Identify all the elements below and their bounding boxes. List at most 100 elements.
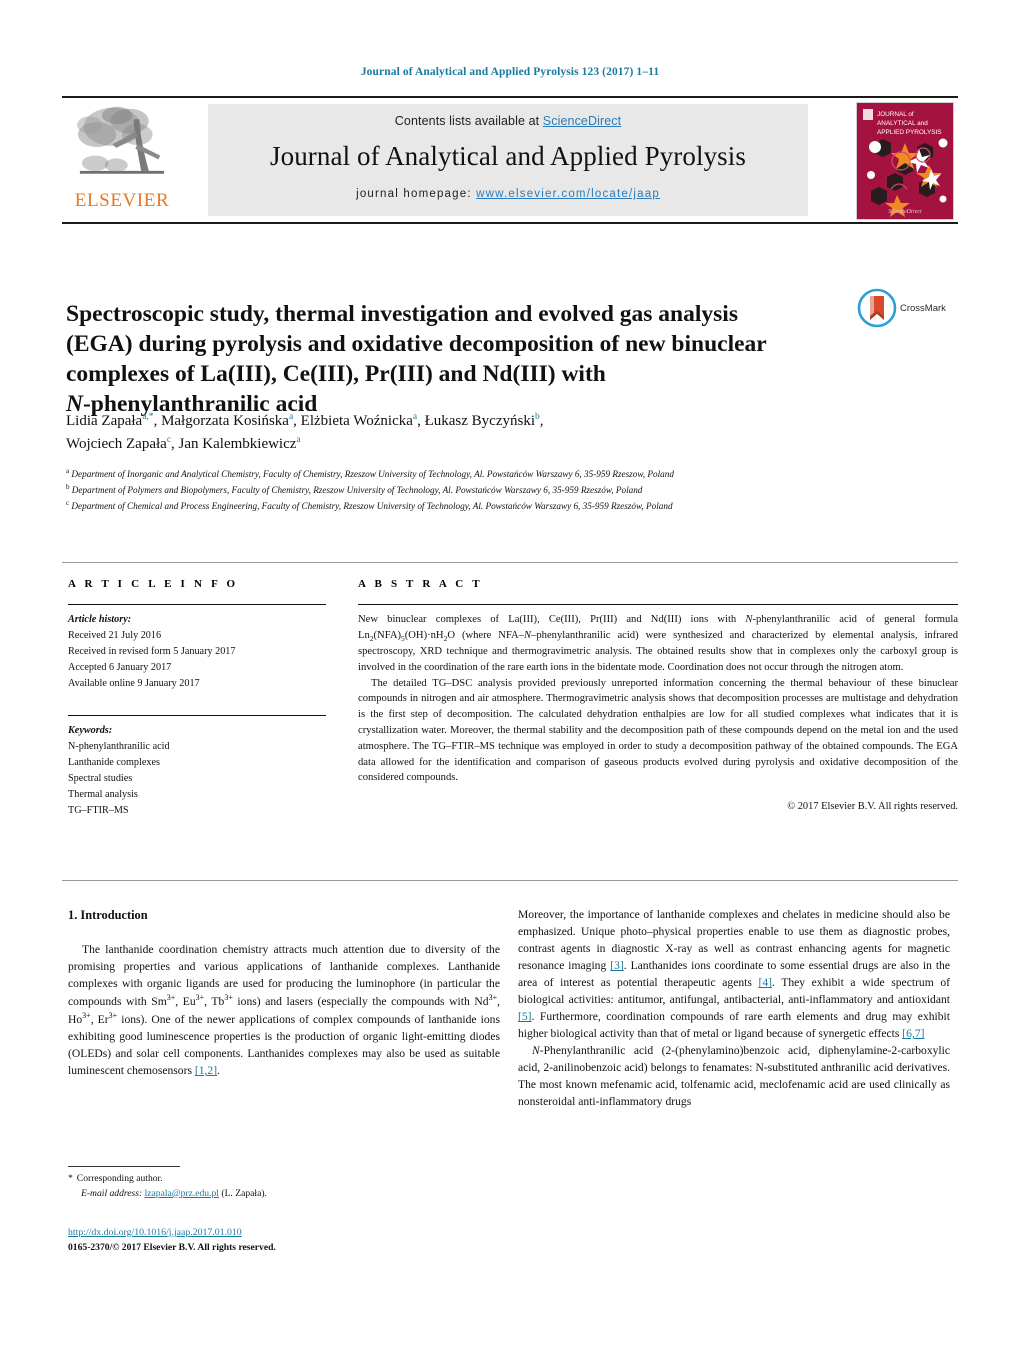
- corresponding-author-label: Corresponding author.: [76, 1173, 163, 1184]
- author-1-affil-marker: a,*: [142, 412, 154, 422]
- affiliation-c-text: Department of Chemical and Process Engin…: [71, 501, 673, 511]
- journal-homepage-line: journal homepage: www.elsevier.com/locat…: [208, 188, 808, 200]
- issn-copyright-line: 0165-2370/© 2017 Elsevier B.V. All right…: [68, 1241, 276, 1253]
- keyword-item: Lanthanide complexes: [68, 756, 160, 768]
- svg-text:ANALYTICAL and: ANALYTICAL and: [877, 120, 928, 127]
- citation-link-4[interactable]: [4]: [758, 976, 772, 989]
- journal-masthead: ELSEVIER Contents lists available at Sci…: [62, 96, 958, 224]
- journal-cover-thumbnail[interactable]: JOURNAL of ANALYTICAL and APPLIED PYROLY…: [856, 102, 954, 220]
- email-link[interactable]: lzapala@prz.edu.pl: [145, 1188, 219, 1199]
- corresponding-author-line: * Corresponding author.: [68, 1172, 498, 1187]
- history-item: Received in revised form 5 January 2017: [68, 646, 236, 658]
- intro-r-italic: N: [532, 1044, 540, 1058]
- keyword-item: TG–FTIR–MS: [68, 805, 129, 817]
- crossmark-icon: [857, 288, 897, 328]
- citation-link-5[interactable]: [5]: [518, 1010, 532, 1023]
- author-line1-tail: ,: [539, 413, 544, 429]
- article-history-label: Article history:: [68, 614, 132, 625]
- body-column-left: 1. Introduction The lanthanide coordinat…: [68, 906, 500, 1079]
- doi-link[interactable]: http://dx.doi.org/10.1016/j.jaap.2017.01…: [68, 1227, 242, 1238]
- intro-l-sup5: 3+: [82, 1011, 91, 1021]
- affiliation-a: a Department of Inorganic and Analytical…: [66, 466, 906, 482]
- abs-p1-s3: (NFA): [373, 629, 401, 641]
- author-2: , Małgorzata Kosińska: [153, 413, 289, 429]
- crossmark-badge[interactable]: CrossMark: [857, 285, 957, 331]
- abs-p1-s5: O (where NFA–: [447, 629, 524, 641]
- affiliation-c-marker: c: [66, 498, 70, 507]
- abstract-column: A B S T R A C T New binuclear complexes …: [358, 578, 958, 815]
- body-section-divider: [62, 880, 958, 881]
- affiliation-a-text: Department of Inorganic and Analytical C…: [71, 469, 674, 480]
- title-line-2: (EGA) during pyrolysis and oxidative dec…: [66, 330, 767, 357]
- svg-text:ScienceDirect: ScienceDirect: [888, 209, 922, 215]
- intro-l-sup4: 3+: [488, 993, 498, 1003]
- keywords-label: Keywords:: [68, 724, 113, 736]
- citation-link-6-7[interactable]: [6,7]: [902, 1027, 924, 1040]
- title-line-1: Spectroscopic study, thermal investigati…: [66, 300, 738, 327]
- journal-cover-art: JOURNAL of ANALYTICAL and APPLIED PYROLY…: [857, 103, 953, 219]
- intro-l-s8: .: [217, 1064, 220, 1078]
- elsevier-wordmark: ELSEVIER: [74, 190, 170, 211]
- abs-p1-s4: (OH)·nH: [404, 629, 444, 641]
- abstract-paragraph-2: The detailed TG–DSC analysis provided pr…: [358, 677, 958, 784]
- email-owner: (L. Zapała).: [221, 1187, 267, 1199]
- svg-text:JOURNAL of: JOURNAL of: [877, 111, 914, 118]
- email-label: E-mail address:: [81, 1187, 143, 1199]
- email-line: E-mail address: lzapala@prz.edu.pl (L. Z…: [68, 1187, 498, 1202]
- homepage-label: journal homepage:: [356, 188, 477, 200]
- history-item: Accepted 6 January 2017: [68, 662, 172, 674]
- history-item: Available online 9 January 2017: [68, 678, 200, 690]
- intro-l-sup2: 3+: [195, 993, 205, 1003]
- abstract-section-divider: [62, 562, 958, 563]
- citation-link-3[interactable]: [3]: [610, 959, 624, 972]
- author-5: Wojciech Zapała: [66, 435, 167, 452]
- svg-text:APPLIED PYROLYSIS: APPLIED PYROLYSIS: [877, 129, 942, 136]
- page-title: Spectroscopic study, thermal investigati…: [66, 299, 836, 419]
- author-6-affil-marker: a: [296, 434, 301, 445]
- title-line-3: complexes of La(III), Ce(III), Pr(III) a…: [66, 360, 606, 387]
- author-list: Lidia Zapałaa,*, Małgorzata Kosińska a , E…: [66, 410, 866, 455]
- history-item: Received 21 July 2016: [68, 630, 162, 642]
- intro-l-s3: , Tb: [204, 995, 225, 1009]
- abstract-heading: A B S T R A C T: [358, 578, 483, 590]
- intro-l-s4: ions) and lasers (especially the compoun…: [232, 995, 489, 1009]
- author-3: , Elżbieta Woźnicka: [293, 413, 413, 429]
- elsevier-logo: ELSEVIER: [70, 100, 174, 220]
- intro-paragraph-right-2: N-Phenylanthranilic acid (2-(phenylamino…: [518, 1042, 950, 1110]
- article-info-rule-2: [68, 714, 326, 716]
- author-6: , Jan Kalembkiewicz: [171, 435, 297, 452]
- abstract-body: New binuclear complexes of La(III), Ce(I…: [358, 612, 958, 815]
- contents-prefix: Contents lists available at: [394, 114, 543, 128]
- affiliation-b-text: Department of Polymers and Biopolymers, …: [71, 485, 643, 496]
- crossmark-label: CrossMark: [900, 302, 946, 314]
- journal-homepage-link[interactable]: www.elsevier.com/locate/jaap: [476, 188, 660, 200]
- keyword-item: N-phenylanthranilic acid: [68, 740, 170, 752]
- intro-paragraph-right-1: Moreover, the importance of lanthanide c…: [518, 906, 950, 1042]
- author-1: Lidia Zapała: [66, 413, 143, 429]
- sciencedirect-link[interactable]: ScienceDirect: [543, 114, 621, 128]
- intro-r-s4: . Furthermore, coordination compounds of…: [518, 1010, 950, 1041]
- section-heading-introduction: 1. Introduction: [68, 908, 148, 922]
- running-head: Journal of Analytical and Applied Pyroly…: [360, 66, 660, 78]
- author-4: , Łukasz Byczyński: [417, 413, 535, 429]
- affiliation-list: a Department of Inorganic and Analytical…: [66, 466, 906, 514]
- article-info-rule-1: [68, 604, 326, 605]
- intro-l-sup6: 3+: [108, 1011, 118, 1021]
- body-column-right: Moreover, the importance of lanthanide c…: [518, 906, 950, 1110]
- journal-title: Journal of Analytical and Applied Pyroly…: [270, 141, 746, 171]
- keywords-block: Keywords: N-phenylanthranilic acid Lanth…: [68, 723, 326, 820]
- doi-block: http://dx.doi.org/10.1016/j.jaap.2017.01…: [68, 1226, 498, 1255]
- intro-l-sup1: 3+: [166, 993, 176, 1003]
- elsevier-tree-icon: [77, 106, 165, 174]
- abs-p1-s1: New binuclear complexes of La(III), Ce(I…: [358, 614, 746, 625]
- citation-link-1-2[interactable]: [1,2]: [195, 1064, 217, 1077]
- article-info-column: A R T I C L E I N F O Article history: R…: [68, 578, 326, 819]
- intro-l-s2: , Eu: [175, 995, 196, 1009]
- intro-l-s6: , Er: [90, 1013, 109, 1027]
- article-page: Journal of Analytical and Applied Pyroly…: [0, 0, 1020, 1351]
- keyword-item: Thermal analysis: [68, 788, 138, 800]
- intro-paragraph-left: The lanthanide coordination chemistry at…: [68, 941, 500, 1079]
- footnote-divider: [68, 1166, 180, 1167]
- article-history-block: Article history: Received 21 July 2016 R…: [68, 612, 326, 693]
- abstract-paragraph-1: New binuclear complexes of La(III), Ce(I…: [358, 612, 958, 676]
